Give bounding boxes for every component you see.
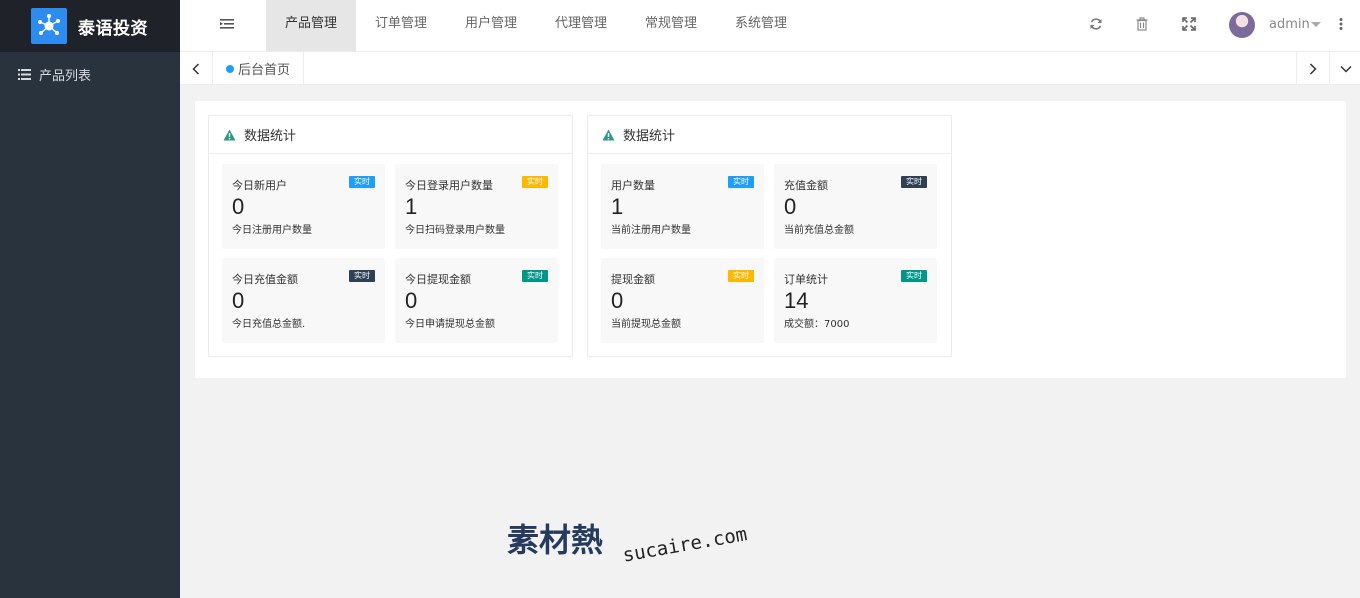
tile-value: 0 [784,194,797,219]
tab-scroll-right-icon[interactable] [1296,52,1329,85]
realtime-badge: 实时 [728,270,754,282]
user-name[interactable]: admin [1269,17,1310,32]
tile-desc: 今日充值总金额. [232,319,306,330]
card-title: 数据统计 [244,129,297,144]
nav-product-management[interactable]: 产品管理 [266,0,356,51]
realtime-badge: 实时 [349,270,375,282]
nav-order-management[interactable]: 订单管理 [356,0,446,51]
tile-value: 0 [232,288,245,313]
top-header: 产品管理 订单管理 用户管理 代理管理 常规管理 系统管理 admin [180,0,1360,52]
nav-system-management[interactable]: 系统管理 [716,0,806,51]
warning-icon [602,129,615,141]
watermark-logo: 素材熱 [507,521,604,559]
stat-tile[interactable]: 订单统计 14 成交额：7000 实时 [774,258,937,343]
logo-network-icon [31,8,67,44]
tab-scroll-left-icon[interactable] [180,52,213,85]
stat-tile[interactable]: 提现金额 0 当前提现总金额 实时 [601,258,764,343]
stats-card-today: 数据统计 今日新用户 0 今日注册用户数量 实时 今日登录用户数量 1 今日扫码… [208,115,573,357]
stat-tile[interactable]: 充值金额 0 当前充值总金额 实时 [774,164,937,249]
warning-icon [223,129,236,141]
watermark: 素材熱 sucaire.com [507,515,757,585]
sidebar: 泰语投资 产品列表 [0,0,180,598]
tile-value: 1 [611,194,624,219]
realtime-badge: 实时 [522,270,548,282]
tile-desc: 当前提现总金额 [611,319,681,330]
stats-card-total: 数据统计 用户数量 1 当前注册用户数量 实时 充值金额 0 当前充值总金额 实… [587,115,952,357]
stat-tile[interactable]: 今日充值金额 0 今日充值总金额. 实时 [222,258,385,343]
tab-home[interactable]: 后台首页 [214,52,305,85]
active-dot-icon [226,64,234,73]
tile-desc: 今日申请提现总金额 [405,319,495,330]
stat-tile[interactable]: 今日新用户 0 今日注册用户数量 实时 [222,164,385,249]
fullscreen-icon[interactable] [1182,17,1196,34]
chevron-down-icon[interactable] [1311,22,1321,27]
card-header: 数据统计 [588,116,951,154]
stat-tile[interactable]: 用户数量 1 当前注册用户数量 实时 [601,164,764,249]
sidebar-item-product-list[interactable]: 产品列表 [0,52,180,96]
tile-desc: 今日扫码登录用户数量 [405,225,505,236]
tab-strip: 后台首页 [180,52,1360,85]
realtime-badge: 实时 [901,176,927,188]
tile-value: 0 [405,288,418,313]
more-vertical-icon[interactable] [1339,17,1343,34]
trash-icon[interactable] [1136,17,1148,34]
tile-desc: 今日注册用户数量 [232,225,312,236]
avatar[interactable] [1229,12,1255,38]
tile-value: 0 [611,288,624,313]
stat-tile[interactable]: 今日提现金额 0 今日申请提现总金额 实时 [395,258,558,343]
realtime-badge: 实时 [728,176,754,188]
nav-agent-management[interactable]: 代理管理 [536,0,626,51]
tile-value: 14 [784,288,809,313]
nav-user-management[interactable]: 用户管理 [446,0,536,51]
tile-desc: 当前注册用户数量 [611,225,691,236]
sidebar-item-label: 产品列表 [39,68,92,84]
nav-general-management[interactable]: 常规管理 [626,0,716,51]
tab-menu-chevron-icon[interactable] [1329,52,1360,85]
realtime-badge: 实时 [522,176,548,188]
app-title: 泰语投资 [78,18,148,39]
tab-home-label: 后台首页 [238,63,291,78]
tile-desc: 成交额：7000 [784,319,850,330]
watermark-url: sucaire.com [621,523,749,567]
menu-toggle-icon[interactable] [220,18,234,33]
tile-desc: 当前充值总金额 [784,225,854,236]
list-icon [18,68,31,80]
realtime-badge: 实时 [349,176,375,188]
refresh-icon[interactable] [1089,17,1103,34]
card-header: 数据统计 [209,116,572,154]
logo[interactable]: 泰语投资 [0,0,180,52]
content-panel: 数据统计 今日新用户 0 今日注册用户数量 实时 今日登录用户数量 1 今日扫码… [195,101,1346,378]
tile-value: 0 [232,194,245,219]
top-nav: 产品管理 订单管理 用户管理 代理管理 常规管理 系统管理 [266,0,806,51]
tile-value: 1 [405,194,418,219]
card-title: 数据统计 [623,129,676,144]
realtime-badge: 实时 [901,270,927,282]
stat-tile[interactable]: 今日登录用户数量 1 今日扫码登录用户数量 实时 [395,164,558,249]
